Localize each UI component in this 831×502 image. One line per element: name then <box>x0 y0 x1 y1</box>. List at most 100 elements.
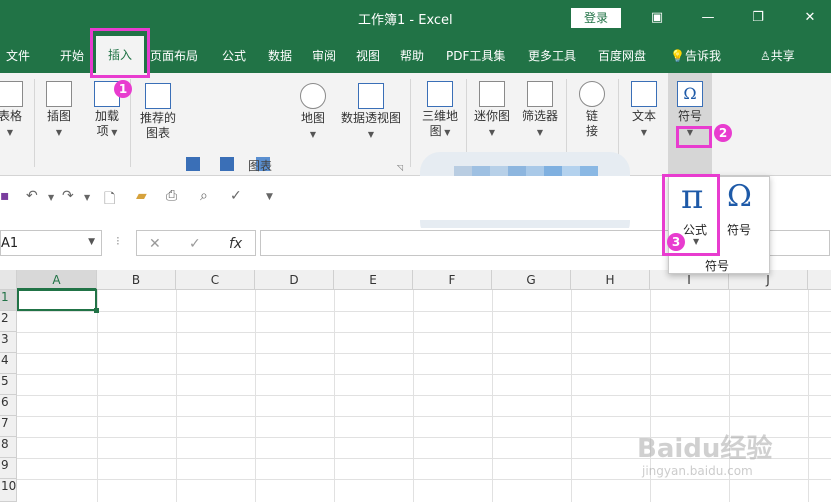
link-icon <box>579 81 605 107</box>
row-header[interactable]: 5 <box>0 374 17 395</box>
link-button[interactable]: 链接 <box>572 81 612 139</box>
cancel-icon[interactable]: ✕ <box>149 236 161 252</box>
step-badge-1: 1 <box>114 80 132 98</box>
gridline <box>17 416 831 417</box>
save-icon[interactable]: ▪ <box>0 188 10 204</box>
recommended-charts-button[interactable]: 推荐的 图表 <box>136 83 180 141</box>
tab-file[interactable]: 文件 <box>6 47 30 64</box>
tab-more-tools[interactable]: 更多工具 <box>528 47 576 64</box>
gridline <box>17 311 831 312</box>
row-header[interactable]: 10 <box>0 479 17 502</box>
gridline <box>97 290 98 502</box>
tab-formulas[interactable]: 公式 <box>222 47 246 64</box>
map-button[interactable]: 地图 ▼ <box>296 83 330 142</box>
print-icon[interactable]: ⎙ <box>166 188 177 204</box>
gridline <box>17 332 831 333</box>
omega-icon[interactable]: Ω <box>727 179 752 214</box>
gridline <box>176 290 177 502</box>
active-cell[interactable] <box>17 289 97 311</box>
name-box-dropdown-icon[interactable]: ▼ <box>88 237 95 247</box>
text-button[interactable]: 文本 ▼ <box>624 81 664 140</box>
recommended-charts-icon <box>145 83 171 109</box>
column-header[interactable]: D <box>255 270 334 290</box>
tab-data[interactable]: 数据 <box>268 47 292 64</box>
close-icon[interactable]: ✕ <box>800 8 820 28</box>
symbols-button[interactable]: Ω 符号 ▼ <box>668 73 712 176</box>
baidu-watermark: Baidu经验 <box>637 434 773 464</box>
3d-map-button[interactable]: 三维地图 ▼ <box>418 81 462 140</box>
lightbulb-icon: 💡 <box>670 49 685 63</box>
gridline <box>492 290 493 502</box>
step-badge-2: 2 <box>714 124 732 142</box>
login-button[interactable]: 登录 <box>571 8 621 28</box>
column-header[interactable]: B <box>97 270 176 290</box>
text-box-icon <box>631 81 657 107</box>
row-header[interactable]: 4 <box>0 353 17 374</box>
gridline <box>17 479 831 480</box>
ribbon-display-icon[interactable]: ▣ <box>647 8 667 28</box>
gridline <box>334 290 335 502</box>
insert-function-icon[interactable]: fx <box>229 236 242 252</box>
separator <box>34 79 35 167</box>
dialog-launcher-icon[interactable]: ◹ <box>397 163 403 172</box>
column-header[interactable]: E <box>334 270 413 290</box>
redo-dropdown-icon[interactable]: ▼ <box>84 193 90 202</box>
print-preview-icon[interactable]: ⌕ <box>200 188 208 204</box>
enter-icon[interactable]: ✓ <box>189 236 201 252</box>
sparklines-button[interactable]: 迷你图 ▼ <box>470 81 514 140</box>
tab-page-layout[interactable]: 页面布局 <box>150 47 198 64</box>
tab-home[interactable]: 开始 <box>60 47 84 64</box>
row-header[interactable]: 3 <box>0 332 17 353</box>
tab-help[interactable]: 帮助 <box>400 47 424 64</box>
redo-icon[interactable]: ↷ <box>62 188 74 204</box>
hierarchy-chart-icon[interactable] <box>220 157 234 171</box>
slicer-button[interactable]: 筛选器 ▼ <box>518 81 562 140</box>
charts-group-label: 图表 <box>248 159 273 173</box>
table-button[interactable]: 表格 ▼ <box>0 81 28 140</box>
spelling-icon[interactable]: ✓ <box>230 188 242 204</box>
row-header[interactable]: 2 <box>0 311 17 332</box>
undo-icon[interactable]: ↶ <box>26 188 38 204</box>
column-header[interactable]: F <box>413 270 492 290</box>
column-header[interactable]: G <box>492 270 571 290</box>
highlight-box-1 <box>90 28 150 78</box>
row-header[interactable]: 7 <box>0 416 17 437</box>
gridline <box>17 353 831 354</box>
column-header[interactable]: H <box>571 270 650 290</box>
select-all-corner[interactable] <box>0 270 17 290</box>
row-header[interactable]: 9 <box>0 458 17 479</box>
row-header[interactable]: 1 <box>0 290 17 311</box>
restore-icon[interactable]: ❐ <box>748 8 768 28</box>
splitter-handle-icon[interactable]: ⁝ <box>116 234 120 248</box>
gridline <box>571 290 572 502</box>
customize-toolbar-icon[interactable]: ▼ <box>266 192 273 202</box>
tab-view[interactable]: 视图 <box>356 47 380 64</box>
fill-handle[interactable] <box>94 308 99 313</box>
new-file-icon[interactable]: 🗋 <box>104 188 115 212</box>
pivot-chart-icon <box>358 83 384 109</box>
open-folder-icon[interactable]: ▰ <box>136 188 147 204</box>
row-header[interactable]: 6 <box>0 395 17 416</box>
row-header[interactable]: 8 <box>0 437 17 458</box>
gridline <box>413 290 414 502</box>
column-header[interactable] <box>808 270 831 290</box>
illustrations-button[interactable]: 插图 ▼ <box>42 81 76 140</box>
symbol-label[interactable]: 符号 <box>727 221 751 238</box>
column-header[interactable]: C <box>176 270 255 290</box>
3d-map-icon <box>427 81 453 107</box>
sparkline-icon <box>479 81 505 107</box>
share-button[interactable]: ♙共享 <box>760 47 795 64</box>
name-box[interactable]: A1 ▼ <box>0 230 102 256</box>
table-icon <box>0 81 23 107</box>
tab-pdf-tools[interactable]: PDF工具集 <box>446 47 505 64</box>
filter-icon <box>527 81 553 107</box>
step-badge-3: 3 <box>667 233 685 251</box>
undo-dropdown-icon[interactable]: ▼ <box>48 193 54 202</box>
column-header[interactable]: A <box>17 270 97 290</box>
pivot-chart-button[interactable]: 数据透视图 ▼ <box>336 83 406 142</box>
column-chart-icon[interactable] <box>186 157 200 171</box>
tell-me[interactable]: 💡告诉我 <box>670 47 721 64</box>
tab-baidu-netdisk[interactable]: 百度网盘 <box>598 47 646 64</box>
tab-review[interactable]: 审阅 <box>312 47 336 64</box>
minimize-icon[interactable]: — <box>698 8 718 28</box>
